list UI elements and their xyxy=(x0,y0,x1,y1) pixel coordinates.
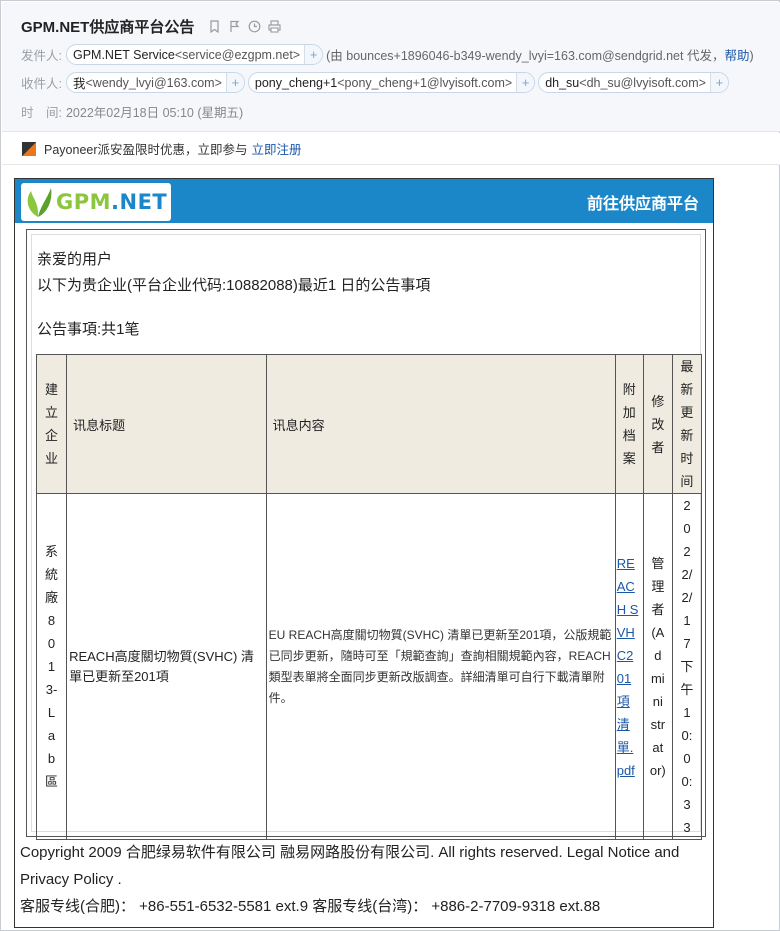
sender-name: GPM.NET Service xyxy=(72,47,175,62)
greeting: 亲爱的用户 xyxy=(37,251,113,268)
print-icon[interactable] xyxy=(268,20,281,33)
time-label: 时 间: xyxy=(21,106,62,120)
copyright-text: Copyright 2009 合肥绿易软件有限公司 融易网路股份有限公司. Al… xyxy=(20,844,680,888)
col-content: 讯息内容 xyxy=(265,354,616,494)
payoneer-icon xyxy=(22,141,36,156)
table-row: 系統廠8013-Lab區 REACH高度關切物質(SVHC) 清單已更新至201… xyxy=(35,493,703,840)
from-row: 发件人: GPM.NET Service <service@ezgpm.net> … xyxy=(21,44,754,65)
mail-reader: GPM.NET供应商平台公告 发件人: GPM.NET Service <serv… xyxy=(0,0,780,931)
help-link[interactable]: 帮助 xyxy=(724,49,749,63)
bookmark-icon[interactable] xyxy=(208,20,221,34)
sender-chip[interactable]: GPM.NET Service <service@ezgpm.net> + xyxy=(65,44,324,65)
table-header-row: 建立企业 讯息标题 讯息内容 附加档案 修改者 最新更新时间 xyxy=(35,354,703,494)
col-updated: 最新更新时间 xyxy=(671,354,703,494)
notice-inner: 亲爱的用户 以下为贵企业(平台企业代码:10882088)最近1 日的公告事項 … xyxy=(31,234,703,840)
greeting-block: 亲爱的用户 以下为贵企业(平台企业代码:10882088)最近1 日的公告事項 xyxy=(37,247,430,299)
leaf-icon xyxy=(27,188,52,217)
notice-count: 公告事項:共1笔 xyxy=(37,321,140,338)
mail-subject: GPM.NET供应商平台公告 xyxy=(21,16,281,37)
gpm-logo: GPM.NET xyxy=(21,183,171,221)
subject-text: GPM.NET供应商平台公告 xyxy=(21,19,195,36)
recipient-chip[interactable]: dh_su <dh_su@lvyisoft.com> + xyxy=(538,72,729,93)
mail-header: GPM.NET供应商平台公告 发件人: GPM.NET Service <serv… xyxy=(2,2,780,132)
clock-icon[interactable] xyxy=(248,20,261,33)
add-contact-icon[interactable]: + xyxy=(516,73,535,92)
mail-body: GPM.NET 前往供应商平台 亲爱的用户 以下为贵企业(平台企业代码:1088… xyxy=(14,178,714,928)
via-text: (由 bounces+1896046-b349-wendy_lvyi=163.c… xyxy=(326,49,754,63)
add-contact-icon[interactable]: + xyxy=(304,45,323,64)
recipient-chip[interactable]: 我 <wendy_lvyi@163.com> + xyxy=(65,72,245,93)
cell-modifier: 管理者(Administrator) xyxy=(642,493,673,840)
flag-icon[interactable] xyxy=(228,20,241,33)
cell-updated: 2022/2/17 下午10:00:33 xyxy=(671,493,703,840)
cell-content: EU REACH高度關切物質(SVHC) 清單已更新至201項，公版規範已同步更… xyxy=(265,493,616,840)
email-banner: GPM.NET 前往供应商平台 xyxy=(15,179,713,223)
logo-text: GPM.NET xyxy=(56,190,168,214)
promo-bar: Payoneer派安盈限时优惠，立即参与 立即注册 xyxy=(2,133,780,165)
cell-company: 系統廠8013-Lab區 xyxy=(35,493,68,840)
service-line: 客服专线(合肥)： +86-551-6532-5581 ext.9 客服专线(台… xyxy=(20,898,601,915)
col-modifier: 修改者 xyxy=(642,354,673,494)
col-company: 建立企业 xyxy=(35,354,68,494)
to-row: 收件人: 我 <wendy_lvyi@163.com> + pony_cheng+1… xyxy=(21,72,732,93)
promo-register-link[interactable]: 立即注册 xyxy=(252,139,302,158)
cell-attachment: REACH SVHC201項清單.pdf xyxy=(614,493,644,840)
to-label: 收件人: xyxy=(21,77,62,91)
sender-email: <service@ezgpm.net> xyxy=(174,47,301,62)
go-to-platform-link[interactable]: 前往供应商平台 xyxy=(587,190,699,214)
subject-actions xyxy=(208,20,281,34)
cell-title: REACH高度關切物質(SVHC) 清單已更新至201項 xyxy=(66,493,267,840)
time-value: 2022年02月18日 05:10 (星期五) xyxy=(65,106,244,120)
notice-table: 建立企业 讯息标题 讯息内容 附加档案 修改者 最新更新时间 系統廠8013-L… xyxy=(35,354,703,840)
col-attachment: 附加档案 xyxy=(614,354,644,494)
col-title: 讯息标题 xyxy=(66,354,267,494)
time-row: 时 间: 2022年02月18日 05:10 (星期五) xyxy=(21,102,243,121)
notice-box: 亲爱的用户 以下为贵企业(平台企业代码:10882088)最近1 日的公告事項 … xyxy=(26,229,706,840)
add-contact-icon[interactable]: + xyxy=(225,73,244,92)
promo-text: Payoneer派安盈限时优惠，立即参与 xyxy=(44,143,248,157)
email-footer: Copyright 2009 合肥绿易软件有限公司 融易网路股份有限公司. Al… xyxy=(20,839,710,920)
recipient-chip[interactable]: pony_cheng+1 <pony_cheng+1@lvyisoft.com> + xyxy=(247,72,536,93)
intro-text: 以下为贵企业(平台企业代码:10882088)最近1 日的公告事項 xyxy=(37,277,431,294)
add-contact-icon[interactable]: + xyxy=(709,73,728,92)
attachment-link[interactable]: REACH SVHC201項清單.pdf xyxy=(617,552,639,782)
from-label: 发件人: xyxy=(21,49,62,63)
